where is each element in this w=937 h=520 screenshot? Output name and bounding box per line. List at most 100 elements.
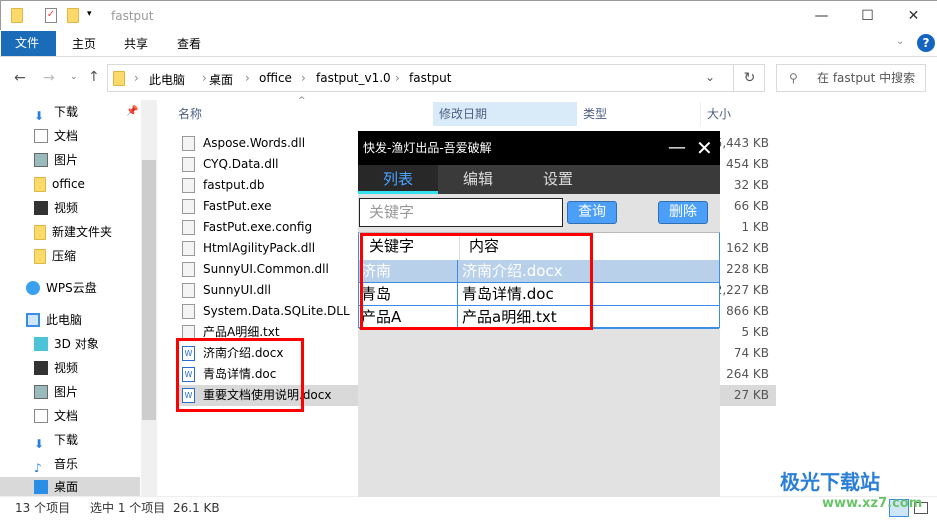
quick-access-dropdown-icon[interactable]: ▾ — [87, 9, 92, 19]
dialog-close-button[interactable]: ✕ — [696, 131, 713, 165]
column-size[interactable]: 大小 — [700, 102, 775, 126]
title-bar: ✓ ▾ fastput — ☐ ✕ — [0, 0, 937, 30]
column-date[interactable]: 修改日期 — [433, 102, 577, 126]
breadcrumb-fastput[interactable]: fastput — [409, 71, 451, 85]
item-count: 13 个项目 — [15, 501, 71, 515]
file-size: 5,443 KB — [714, 136, 769, 150]
sidebar-label: 压缩 — [52, 249, 77, 263]
sidebar-label: 视频 — [54, 361, 79, 375]
query-button[interactable]: 查询 — [567, 201, 617, 224]
download-icon: ⬇ — [34, 109, 45, 123]
sidebar-item-3d[interactable]: 3D 对象 — [34, 333, 99, 355]
delete-button[interactable]: 删除 — [658, 201, 708, 224]
new-folder-icon[interactable] — [67, 8, 79, 23]
tab-file[interactable]: 文件 — [1, 31, 56, 56]
maximize-button[interactable]: ☐ — [845, 5, 890, 27]
folder-icon — [34, 176, 46, 192]
help-icon[interactable]: ? — [917, 34, 935, 52]
tab-view[interactable]: 查看 — [163, 33, 215, 55]
breadcrumb-office[interactable]: office — [259, 71, 292, 85]
sidebar-item-office[interactable]: office — [34, 173, 85, 195]
file-icon — [182, 241, 195, 256]
search-input[interactable]: ⚲ 在 fastput 中搜索 — [776, 64, 926, 92]
search-placeholder: 在 fastput 中搜索 — [817, 71, 916, 85]
address-bar[interactable]: › 此电脑 › 桌面 › office › fastput_v1.0 › fastput … — [107, 64, 765, 92]
scrollbar-thumb[interactable] — [142, 160, 156, 420]
sidebar-scrollbar[interactable] — [141, 100, 157, 496]
sidebar-label: 下载 — [54, 433, 79, 447]
address-dropdown-icon[interactable]: ⌄ — [705, 70, 715, 84]
sidebar-item-desktop[interactable]: 桌面 — [34, 476, 78, 498]
file-name: SunnyUI.dll — [203, 283, 271, 297]
navigation-pane: ⬇ 下载 文档 图片 office 视频 新建文件夹 压缩 WPS云盘 此电脑 3… — [0, 100, 158, 496]
file-name: Aspose.Words.dll — [203, 136, 306, 150]
sort-ascending-icon: ^ — [298, 96, 306, 106]
folder-icon — [113, 71, 125, 86]
properties-icon[interactable]: ✓ — [45, 8, 57, 23]
cloud-icon — [26, 281, 40, 295]
close-button[interactable]: ✕ — [891, 5, 936, 27]
file-icon — [182, 199, 195, 214]
expand-ribbon-icon[interactable]: ⌄ — [896, 36, 904, 47]
sidebar-item-videos-2[interactable]: 视频 — [34, 357, 78, 379]
sidebar-item-wps-cloud[interactable]: WPS云盘 — [26, 277, 97, 299]
tab-settings[interactable]: 设置 — [518, 165, 598, 194]
breadcrumb-fastput-v1[interactable]: fastput_v1.0 — [316, 71, 391, 85]
selected-size: 26.1 KB — [173, 501, 220, 515]
column-type[interactable]: 类型 — [577, 102, 700, 126]
forward-icon[interactable]: → — [43, 70, 55, 86]
sidebar-item-downloads-2[interactable]: ⬇ 下载 — [34, 429, 78, 451]
tab-home[interactable]: 主页 — [58, 33, 110, 55]
sidebar-item-documents-2[interactable]: 文档 — [34, 405, 78, 427]
sidebar-item-new-folder[interactable]: 新建文件夹 — [34, 221, 112, 243]
file-size: 228 KB — [726, 262, 769, 276]
file-icon — [182, 220, 195, 235]
pin-icon[interactable]: 📌 — [126, 106, 138, 117]
file-icon — [182, 136, 195, 151]
sidebar-item-this-pc[interactable]: 此电脑 — [26, 309, 82, 331]
sidebar-item-compress[interactable]: 压缩 — [34, 245, 76, 267]
sidebar-label: 文档 — [54, 129, 79, 143]
dialog-minimize-button[interactable]: — — [668, 131, 686, 165]
ribbon: 文件 主页 共享 查看 ⌄ ? — [0, 30, 937, 57]
folder-icon — [11, 8, 23, 23]
window-title: fastput — [111, 9, 154, 23]
sidebar-item-pictures-2[interactable]: 图片 — [34, 381, 78, 403]
file-size: 2,227 KB — [714, 283, 769, 297]
back-icon[interactable]: ← — [14, 70, 26, 86]
sidebar-item-music[interactable]: ♪ 音乐 — [34, 453, 78, 475]
file-name: FastPut.exe — [203, 199, 272, 213]
picture-icon — [34, 385, 48, 399]
dialog-title-bar: 快发-渔灯出品-吾爱破解 — ✕ — [358, 131, 720, 165]
file-size: 66 KB — [733, 199, 769, 213]
sidebar-item-documents[interactable]: 文档 — [34, 125, 78, 147]
video-icon — [34, 361, 48, 375]
refresh-icon[interactable]: ↻ — [733, 65, 765, 91]
highlight-box — [360, 233, 593, 330]
document-icon — [34, 129, 48, 143]
selected-count: 选中 1 个项目 — [90, 501, 166, 515]
breadcrumb-this-pc[interactable]: 此电脑 — [149, 71, 185, 88]
file-size: 454 KB — [726, 157, 769, 171]
fastput-dialog: 快发-渔灯出品-吾爱破解 — ✕ 列表 编辑 设置 关键字 查询 删除 关键字 … — [358, 131, 720, 497]
tab-list[interactable]: 列表 — [358, 165, 438, 194]
sidebar-label: 此电脑 — [46, 313, 83, 327]
column-name[interactable]: 名称 — [172, 102, 202, 126]
sidebar-item-pictures[interactable]: 图片 — [34, 149, 78, 171]
cube-icon — [34, 337, 48, 351]
dialog-title: 快发-渔灯出品-吾爱破解 — [363, 141, 492, 155]
file-name: CYQ.Data.dll — [203, 157, 279, 171]
sidebar-item-videos[interactable]: 视频 — [34, 197, 78, 219]
minimize-button[interactable]: — — [799, 5, 844, 27]
up-icon[interactable]: ↑ — [88, 69, 100, 85]
tab-edit[interactable]: 编辑 — [438, 165, 518, 194]
sidebar-label: 图片 — [54, 385, 79, 399]
tab-share[interactable]: 共享 — [110, 33, 162, 55]
sidebar-item-downloads[interactable]: ⬇ 下载 — [34, 101, 78, 123]
keyword-input[interactable]: 关键字 — [359, 198, 563, 227]
breadcrumb-desktop[interactable]: 桌面 — [209, 71, 233, 88]
file-size: 74 KB — [733, 346, 769, 360]
sidebar-label: WPS云盘 — [46, 281, 97, 295]
recent-dropdown-icon[interactable]: ⌄ — [70, 72, 78, 82]
file-size: 27 KB — [733, 388, 769, 402]
